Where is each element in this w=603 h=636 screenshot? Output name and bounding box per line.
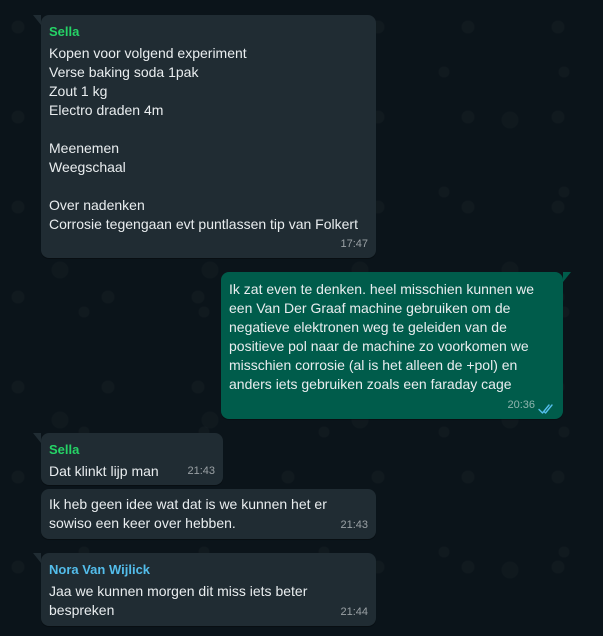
message-line <box>49 120 368 139</box>
message-line: Corrosie tegengaan evt puntlassen tip va… <box>49 216 358 232</box>
message-timestamp: 20:36 <box>507 399 535 411</box>
message-line: sowiso een keer over hebben. <box>49 515 236 531</box>
message-line: positieve pol naar de machine zo voorkom… <box>229 338 529 354</box>
message-line: Electro draden 4m <box>49 102 164 118</box>
message-line: bespreken <box>49 602 115 618</box>
message-timestamp: 17:47 <box>340 238 368 250</box>
message-bubble-incoming[interactable]: Nora Van Wijlick Jaa we kunnen morgen di… <box>33 553 376 626</box>
message-timestamp: 21:43 <box>187 465 215 477</box>
message-bubble-incoming[interactable]: Sella Kopen voor volgend experiment Vers… <box>33 15 376 258</box>
message-bubble-outgoing[interactable]: Ik zat even te denken. heel misschien ku… <box>221 272 571 419</box>
message-bubble-incoming[interactable]: Sella Dat klinkt lijp man 21:43 <box>33 433 223 485</box>
message-bubble-incoming[interactable]: Ik heb geen idee wat dat is we kunnen he… <box>41 489 376 539</box>
message-line: een Van Der Graaf machine gebruiken om d… <box>229 300 511 316</box>
sender-name[interactable]: Sella <box>49 23 368 40</box>
sender-name[interactable]: Sella <box>49 441 215 458</box>
sender-name[interactable]: Nora Van Wijlick <box>49 561 368 578</box>
message-line: misschien corrosie (al is het alleen de … <box>229 357 518 373</box>
message-line: Ik heb geen idee wat dat is we kunnen he… <box>49 496 327 512</box>
message-line: Zout 1 kg <box>49 83 108 99</box>
message-timestamp: 21:43 <box>340 519 368 531</box>
message-line: negatieve elektronen weg te geleiden van… <box>229 319 507 335</box>
message-line: Weegschaal <box>49 159 126 175</box>
message-line <box>49 177 368 196</box>
message-line: Over nadenken <box>49 197 145 213</box>
message-line: Jaa we kunnen morgen dit miss iets beter <box>49 583 308 599</box>
message-timestamp: 21:44 <box>340 606 368 618</box>
message-line: Verse baking soda 1pak <box>49 64 199 80</box>
message-line: Meenemen <box>49 140 120 156</box>
message-line: Kopen voor volgend experiment <box>49 45 247 61</box>
message-line: Ik zat even te denken. heel misschien ku… <box>229 281 535 297</box>
message-line: anders iets gebruiken zoals een faraday … <box>229 376 512 392</box>
double-check-read-icon <box>538 404 553 414</box>
